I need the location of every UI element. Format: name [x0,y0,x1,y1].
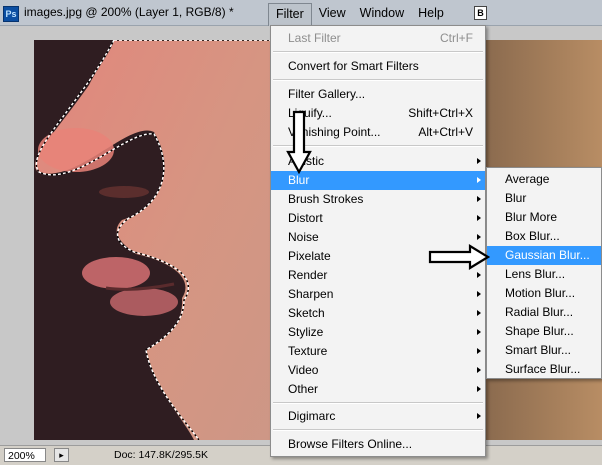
submenu-arrow-icon [477,348,481,354]
submenu-arrow-icon [477,196,481,202]
menu-help[interactable]: Help [411,3,451,25]
menu-item-other[interactable]: Other [271,380,485,399]
zoom-level-field[interactable]: 200% [4,448,46,462]
title-bar: Ps images.jpg @ 200% (Layer 1, RGB/8) * … [0,0,602,26]
menu-item-texture[interactable]: Texture [271,342,485,361]
menu-item-box-blur[interactable]: Box Blur... [487,227,601,246]
menu-item-lens-blur[interactable]: Lens Blur... [487,265,601,284]
menu-separator [273,429,483,431]
submenu-arrow-icon [477,234,481,240]
bridge-icon[interactable]: B [474,6,487,20]
menu-item-blur-more[interactable]: Blur More [487,208,601,227]
menu-item-average[interactable]: Average [487,170,601,189]
menu-item-smart-blur[interactable]: Smart Blur... [487,341,601,360]
submenu-arrow-icon [477,367,481,373]
status-menu-icon[interactable]: ▸ [54,448,69,462]
document-title: images.jpg @ 200% (Layer 1, RGB/8) * [24,5,234,19]
menu-item-browse-filters-online[interactable]: Browse Filters Online... [271,435,485,454]
menu-item-filter-gallery[interactable]: Filter Gallery... [271,85,485,104]
menu-item-sharpen[interactable]: Sharpen [271,285,485,304]
menu-item-radial-blur[interactable]: Radial Blur... [487,303,601,322]
menu-item-brush-strokes[interactable]: Brush Strokes [271,190,485,209]
submenu-arrow-icon [477,158,481,164]
submenu-arrow-icon [477,386,481,392]
blur-submenu: Average Blur Blur More Box Blur... Gauss… [486,167,602,379]
submenu-arrow-icon [477,310,481,316]
menu-item-sketch[interactable]: Sketch [271,304,485,323]
menu-item-convert-smart-filters[interactable]: Convert for Smart Filters [271,57,485,76]
doc-size-info: Doc: 147.8K/295.5K [114,449,208,461]
submenu-arrow-icon [477,329,481,335]
menu-view[interactable]: View [312,3,353,25]
menu-item-video[interactable]: Video [271,361,485,380]
menu-item-motion-blur[interactable]: Motion Blur... [487,284,601,303]
submenu-arrow-icon [477,413,481,419]
submenu-arrow-icon [477,177,481,183]
menu-item-gaussian-blur[interactable]: Gaussian Blur... [487,246,601,265]
menu-item-shape-blur[interactable]: Shape Blur... [487,322,601,341]
menu-separator [273,79,483,81]
submenu-arrow-icon [477,272,481,278]
menu-window[interactable]: Window [353,3,411,25]
down-arrow-annotation-icon [286,110,312,174]
menu-item-blur-plain[interactable]: Blur [487,189,601,208]
menu-separator [273,402,483,404]
photoshop-icon: Ps [3,6,19,22]
menu-bar: Filter View Window Help [268,3,451,26]
menu-item-last-filter[interactable]: Last Filter Ctrl+F [271,29,485,48]
menu-item-digimarc[interactable]: Digimarc [271,407,485,426]
menu-item-surface-blur[interactable]: Surface Blur... [487,360,601,379]
menu-item-distort[interactable]: Distort [271,209,485,228]
right-arrow-annotation-icon [428,244,490,270]
submenu-arrow-icon [477,215,481,221]
filter-menu: Last Filter Ctrl+F Convert for Smart Filt… [270,25,486,457]
menu-separator [273,51,483,53]
menu-filter[interactable]: Filter [268,3,312,26]
submenu-arrow-icon [477,291,481,297]
menu-item-stylize[interactable]: Stylize [271,323,485,342]
